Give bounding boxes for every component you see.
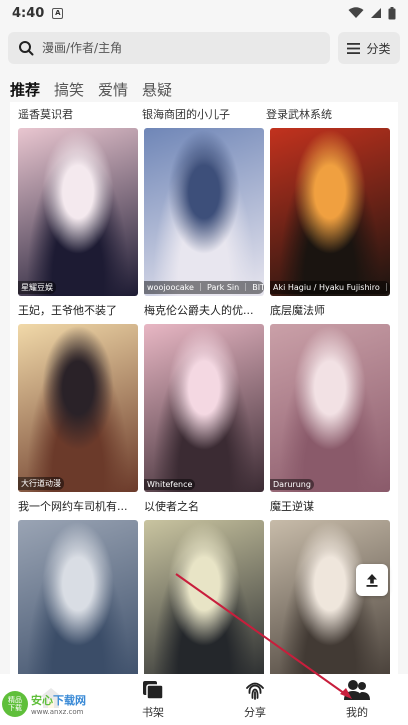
comic-card[interactable]: Whitefence 以使者之名 bbox=[144, 324, 264, 520]
comic-card[interactable]: Aki Hagiu / Hyaku Fujishiro ｜ ... 底层魔法师 bbox=[270, 128, 390, 324]
comic-cover[interactable] bbox=[18, 520, 138, 674]
search-bar[interactable] bbox=[8, 32, 330, 64]
comic-title[interactable]: 梅克伦公爵夫人的优... bbox=[144, 302, 264, 318]
category-button-label: 分类 bbox=[366, 41, 391, 56]
search-row: 分类 bbox=[8, 32, 400, 64]
nav-bookshelf-label: 书架 bbox=[142, 706, 164, 719]
comic-title[interactable]: 遥香莫识君 bbox=[18, 106, 142, 122]
comic-cover[interactable]: 大行道动漫 bbox=[18, 324, 138, 492]
tab-mystery[interactable]: 悬疑 bbox=[142, 79, 172, 102]
comic-card[interactable] bbox=[144, 520, 264, 674]
signal-icon bbox=[371, 8, 381, 18]
comic-title[interactable]: 登录武林系统 bbox=[266, 106, 390, 122]
comic-cover[interactable]: Whitefence bbox=[144, 324, 264, 492]
comic-cover[interactable] bbox=[144, 520, 264, 674]
wifi-icon bbox=[348, 7, 364, 18]
comic-title[interactable]: 魔王逆谋 bbox=[270, 498, 390, 514]
watermark-logo: 精品 下载 bbox=[2, 691, 28, 717]
comic-author: 星耀豆娱 bbox=[18, 281, 56, 294]
comic-card[interactable] bbox=[270, 520, 390, 674]
nav-mine-label: 我的 bbox=[346, 706, 368, 719]
watermark: 精品 下载 安心下载网 www.anxz.com bbox=[2, 688, 112, 720]
user-icon bbox=[344, 680, 370, 700]
comic-card[interactable]: 星耀豆娱王妃，王爷他不装了 bbox=[18, 128, 138, 324]
nav-share[interactable]: 分享 bbox=[204, 674, 306, 725]
comic-card[interactable]: 大行道动漫我一个网约车司机有... bbox=[18, 324, 138, 520]
comic-cover[interactable] bbox=[270, 520, 390, 674]
nav-share-label: 分享 bbox=[244, 706, 266, 719]
tab-romance[interactable]: 爱情 bbox=[98, 79, 128, 102]
comic-title[interactable]: 我一个网约车司机有... bbox=[18, 498, 138, 514]
comic-card[interactable]: Darurung 魔王逆谋 bbox=[270, 324, 390, 520]
comic-author: Aki Hagiu / Hyaku Fujishiro ｜ ... bbox=[270, 281, 390, 294]
search-icon bbox=[19, 41, 34, 56]
tab-recommend[interactable]: 推荐 bbox=[10, 79, 40, 102]
fingerprint-icon bbox=[246, 682, 264, 700]
comic-author: Whitefence bbox=[144, 479, 196, 490]
comic-cover[interactable]: Aki Hagiu / Hyaku Fujishiro ｜ ... bbox=[270, 128, 390, 296]
notification-icon: A bbox=[52, 7, 64, 19]
back-to-top-button[interactable] bbox=[356, 564, 388, 596]
menu-icon bbox=[347, 42, 361, 54]
tab-funny[interactable]: 搞笑 bbox=[54, 79, 84, 102]
comic-title[interactable]: 银海商团的小儿子 bbox=[142, 106, 266, 122]
comic-feed[interactable]: 遥香莫识君 银海商团的小儿子 登录武林系统 星耀豆娱 王妃，王爷他不装了 woojo… bbox=[10, 102, 398, 674]
comic-card[interactable] bbox=[18, 520, 138, 674]
watermark-url: www.anxz.com bbox=[31, 708, 84, 716]
previous-titles-row: 遥香莫识君 银海商团的小儿子 登录武林系统 bbox=[10, 102, 398, 126]
comic-title[interactable]: 以使者之名 bbox=[144, 498, 264, 514]
bookshelf-icon bbox=[143, 681, 164, 700]
comic-cover[interactable]: Darurung bbox=[270, 324, 390, 492]
category-button[interactable]: 分类 bbox=[338, 32, 400, 64]
comic-cover[interactable]: 星耀豆娱 bbox=[18, 128, 138, 296]
clock: 4:40 bbox=[12, 5, 45, 21]
search-input[interactable] bbox=[42, 41, 320, 55]
upload-icon bbox=[366, 574, 378, 587]
comic-author: woojoocake ｜ Park Sin ｜ BITL... bbox=[144, 281, 264, 294]
watermark-brand-b: 下载网 bbox=[53, 694, 86, 707]
comic-title[interactable]: 底层魔法师 bbox=[270, 302, 390, 318]
battery-icon bbox=[388, 6, 396, 19]
comic-author: 大行道动漫 bbox=[18, 477, 64, 490]
comic-cover[interactable]: woojoocake ｜ Park Sin ｜ BITL... bbox=[144, 128, 264, 296]
comic-title[interactable]: 王妃，王爷他不装了 bbox=[18, 302, 138, 318]
nav-mine[interactable]: 我的 bbox=[306, 674, 408, 725]
comic-card[interactable]: woojoocake ｜ Park Sin ｜ BITL... 梅克伦公爵夫人的优… bbox=[144, 128, 264, 324]
comic-author: Darurung bbox=[270, 479, 314, 490]
nav-bookshelf[interactable]: 书架 bbox=[102, 674, 204, 725]
comic-grid: 星耀豆娱 王妃，王爷他不装了 woojoocake ｜ Park Sin ｜ BIT… bbox=[18, 128, 390, 674]
watermark-brand-a: 安心 bbox=[31, 694, 53, 707]
tab-bar: 推荐 搞笑 爱情 悬疑 bbox=[10, 78, 172, 102]
status-bar: 4:40 A bbox=[0, 0, 408, 26]
